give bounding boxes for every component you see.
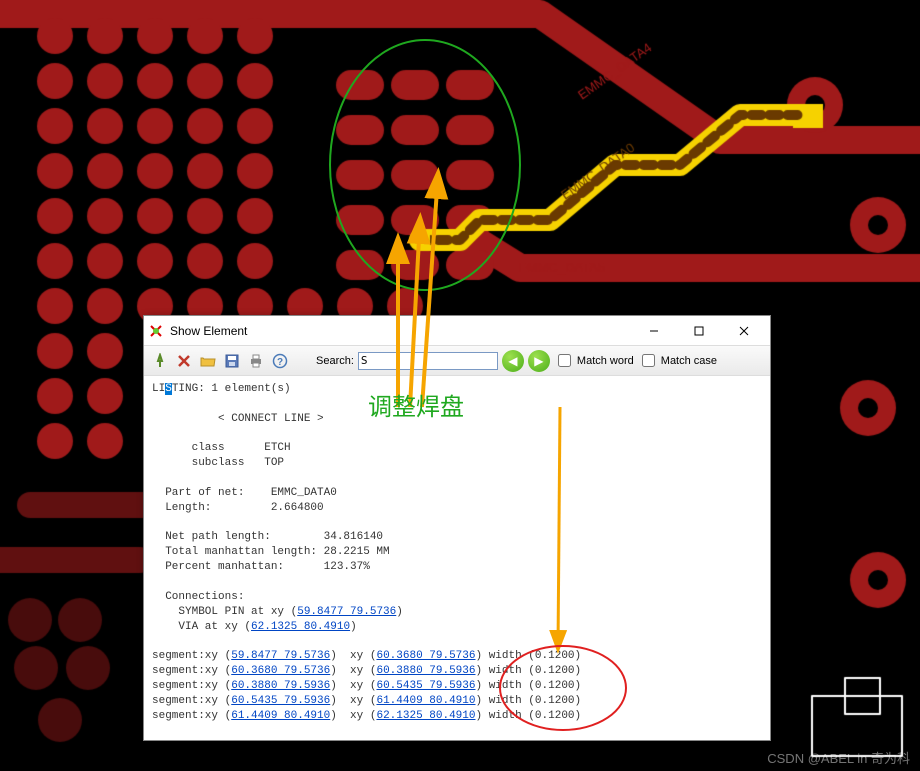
save-icon[interactable] bbox=[222, 351, 242, 371]
close-button[interactable] bbox=[721, 317, 766, 345]
search-prev-button[interactable]: ◀ bbox=[502, 350, 524, 372]
window-title: Show Element bbox=[170, 324, 631, 338]
toolbar: ? Search: ◀ ▶ Match word Match case bbox=[144, 346, 770, 376]
help-icon[interactable]: ? bbox=[270, 351, 290, 371]
search-input[interactable] bbox=[358, 352, 498, 370]
show-element-window: Show Element ? Search: ◀ ▶ Match word Ma… bbox=[143, 315, 771, 741]
svg-text:?: ? bbox=[277, 357, 283, 368]
titlebar[interactable]: Show Element bbox=[144, 316, 770, 346]
print-icon[interactable] bbox=[246, 351, 266, 371]
maximize-button[interactable] bbox=[676, 317, 721, 345]
match-word-checkbox[interactable]: Match word bbox=[554, 351, 634, 370]
pin-icon[interactable] bbox=[150, 351, 170, 371]
minimize-button[interactable] bbox=[631, 317, 676, 345]
listing-content[interactable]: LISTING: 1 element(s) < CONNECT LINE > c… bbox=[144, 376, 770, 740]
search-label: Search: bbox=[316, 355, 354, 367]
search-next-button[interactable]: ▶ bbox=[528, 350, 550, 372]
app-icon bbox=[148, 323, 164, 339]
delete-icon[interactable] bbox=[174, 351, 194, 371]
open-icon[interactable] bbox=[198, 351, 218, 371]
match-case-checkbox[interactable]: Match case bbox=[638, 351, 717, 370]
